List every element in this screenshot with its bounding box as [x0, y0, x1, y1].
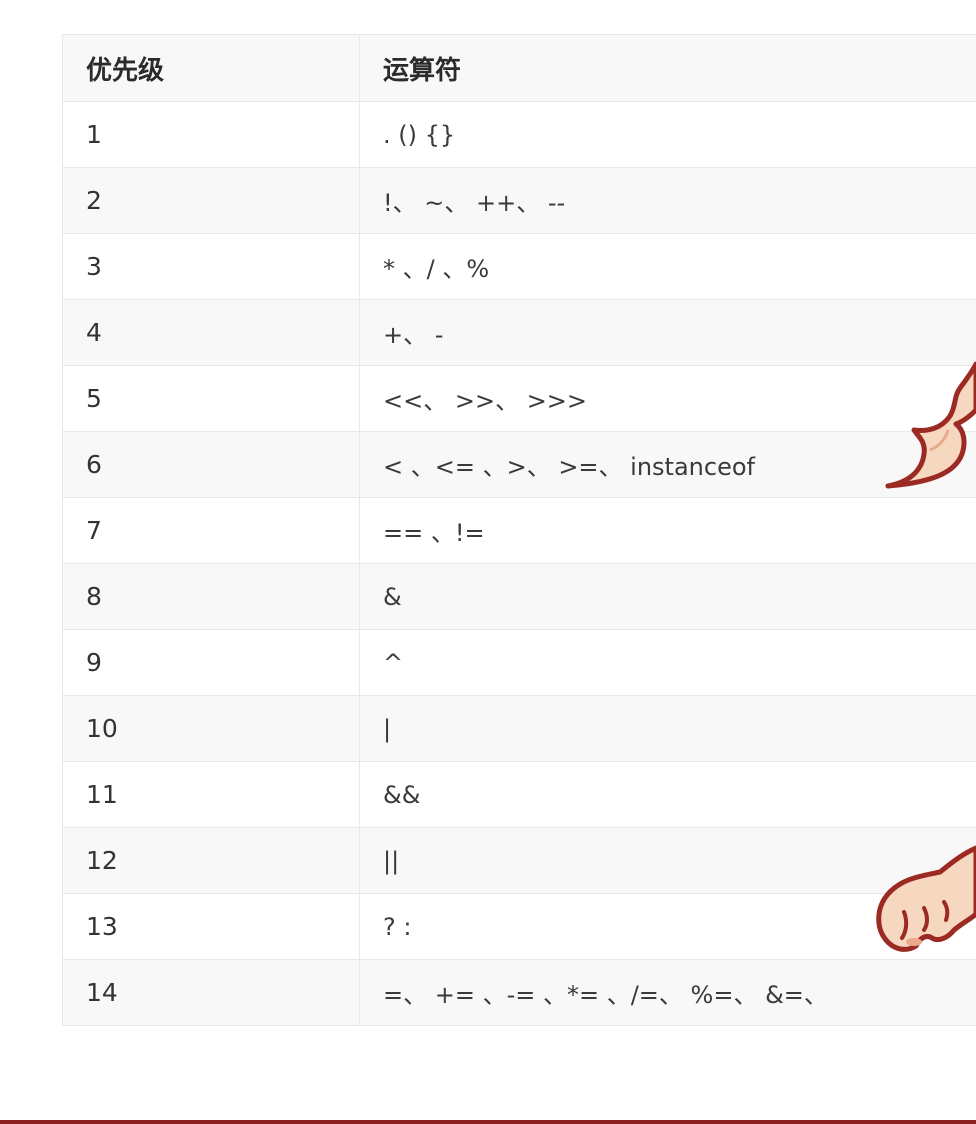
- bottom-accent-bar: [0, 1120, 976, 1124]
- priority-cell: 5: [62, 365, 360, 432]
- table-row: 5 <<、 >>、 >>>: [62, 365, 976, 432]
- priority-cell: 13: [62, 893, 360, 960]
- page: 优先级 运算符 1 . () {} 2 !、 ~、 ++、 -- 3 * 、/ …: [0, 0, 976, 1124]
- priority-cell: 12: [62, 827, 360, 894]
- table-row: 12 ||: [62, 827, 976, 894]
- priority-cell: 1: [62, 101, 360, 168]
- priority-cell: 6: [62, 431, 360, 498]
- table-row: 1 . () {}: [62, 101, 976, 168]
- table-row: 7 == 、!=: [62, 497, 976, 564]
- cat-paw-icon: [876, 845, 976, 952]
- priority-cell: 11: [62, 761, 360, 828]
- table-row: 9 ^: [62, 629, 976, 696]
- table-row: 10 |: [62, 695, 976, 762]
- priority-cell: 8: [62, 563, 360, 630]
- operators-cell: &&: [359, 761, 976, 828]
- operators-cell: |: [359, 695, 976, 762]
- priority-cell: 7: [62, 497, 360, 564]
- operators-cell: . () {}: [359, 101, 976, 168]
- operators-cell: * 、/ 、%: [359, 233, 976, 300]
- table-row: 6 < 、<= 、>、 >=、 instanceof: [62, 431, 976, 498]
- table-row: 11 &&: [62, 761, 976, 828]
- priority-cell: 2: [62, 167, 360, 234]
- table-header-row: 优先级 运算符: [62, 34, 976, 102]
- table-row: 8 &: [62, 563, 976, 630]
- priority-cell: 4: [62, 299, 360, 366]
- table-row: 4 +、 -: [62, 299, 976, 366]
- table-row: 13 ? :: [62, 893, 976, 960]
- table-row: 2 !、 ~、 ++、 --: [62, 167, 976, 234]
- operators-cell: ^: [359, 629, 976, 696]
- operators-cell: == 、!=: [359, 497, 976, 564]
- priority-cell: 3: [62, 233, 360, 300]
- table-row: 3 * 、/ 、%: [62, 233, 976, 300]
- operators-cell: +、 -: [359, 299, 976, 366]
- header-priority: 优先级: [62, 34, 360, 102]
- operators-cell: &: [359, 563, 976, 630]
- priority-cell: 14: [62, 959, 360, 1026]
- operators-cell: !、 ~、 ++、 --: [359, 167, 976, 234]
- table-row: 14 =、 += 、-= 、*= 、/=、 %=、 &=、: [62, 959, 976, 1026]
- header-operators: 运算符: [359, 34, 976, 102]
- cat-tail-icon: [885, 361, 976, 489]
- operator-precedence-table: 优先级 运算符 1 . () {} 2 !、 ~、 ++、 -- 3 * 、/ …: [62, 34, 976, 1026]
- priority-cell: 10: [62, 695, 360, 762]
- priority-cell: 9: [62, 629, 360, 696]
- operators-cell: =、 += 、-= 、*= 、/=、 %=、 &=、: [359, 959, 976, 1026]
